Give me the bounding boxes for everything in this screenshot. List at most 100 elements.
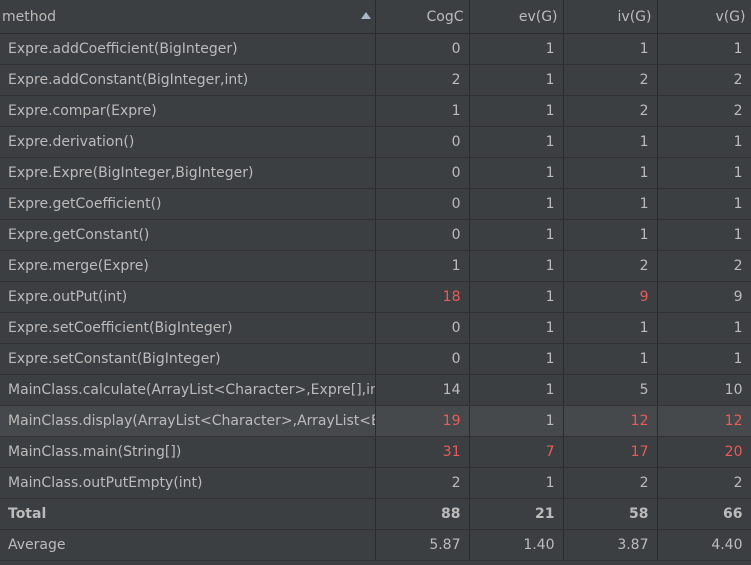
table-row[interactable]: Expre.compar(Expre) 1 1 2 2 [0, 95, 751, 127]
cogc-cell: 19 [375, 405, 470, 437]
average-v: 4.40 [657, 529, 751, 561]
ev-cell: 1 [469, 126, 564, 158]
cogc-cell: 2 [375, 64, 470, 96]
method-cell: Expre.setConstant(BigInteger) [0, 343, 376, 375]
cogc-cell: 0 [375, 219, 470, 251]
cogc-cell: 0 [375, 188, 470, 220]
table-row[interactable]: MainClass.main(String[]) 31 7 17 20 [0, 436, 751, 468]
v-cell: 12 [657, 405, 751, 437]
column-header-ev[interactable]: ev(G) [469, 0, 564, 34]
header-row: method CogC ev(G) iv(G) v(G) [0, 0, 751, 34]
v-cell: 2 [657, 467, 751, 499]
method-cell: MainClass.calculate(ArrayList<Character>… [0, 374, 376, 406]
ev-cell: 1 [469, 250, 564, 282]
ev-cell: 1 [469, 281, 564, 313]
ev-cell: 1 [469, 95, 564, 127]
iv-cell: 9 [563, 281, 658, 313]
cogc-cell: 0 [375, 126, 470, 158]
total-iv: 58 [563, 498, 658, 530]
method-cell: Expre.addCoefficient(BigInteger) [0, 33, 376, 65]
average-row: Average 5.87 1.40 3.87 4.40 [0, 529, 751, 561]
iv-cell: 1 [563, 219, 658, 251]
method-cell: Expre.outPut(int) [0, 281, 376, 313]
total-row: Total 88 21 58 66 [0, 498, 751, 530]
table-row[interactable]: Expre.getCoefficient() 0 1 1 1 [0, 188, 751, 220]
total-cogc: 88 [375, 498, 470, 530]
cogc-cell: 18 [375, 281, 470, 313]
column-header-iv[interactable]: iv(G) [563, 0, 658, 34]
table-row[interactable]: Expre.merge(Expre) 1 1 2 2 [0, 250, 751, 282]
iv-cell: 2 [563, 64, 658, 96]
method-cell: Expre.getConstant() [0, 219, 376, 251]
table-row[interactable]: Expre.addConstant(BigInteger,int) 2 1 2 … [0, 64, 751, 96]
v-cell: 1 [657, 33, 751, 65]
method-cell: Expre.setCoefficient(BigInteger) [0, 312, 376, 344]
v-cell: 2 [657, 250, 751, 282]
ev-cell: 7 [469, 436, 564, 468]
method-cell: MainClass.main(String[]) [0, 436, 376, 468]
ev-cell: 1 [469, 157, 564, 189]
table-row[interactable]: MainClass.outPutEmpty(int) 2 1 2 2 [0, 467, 751, 499]
column-header-cogc[interactable]: CogC [375, 0, 470, 34]
v-cell: 10 [657, 374, 751, 406]
v-cell: 1 [657, 312, 751, 344]
method-cell: Expre.derivation() [0, 126, 376, 158]
iv-cell: 5 [563, 374, 658, 406]
cogc-cell: 14 [375, 374, 470, 406]
cogc-cell: 2 [375, 467, 470, 499]
average-iv: 3.87 [563, 529, 658, 561]
cogc-cell: 0 [375, 157, 470, 189]
iv-cell: 17 [563, 436, 658, 468]
method-cell: MainClass.display(ArrayList<Character>,A… [0, 405, 376, 437]
column-header-method[interactable]: method [0, 0, 376, 34]
method-cell: MainClass.outPutEmpty(int) [0, 467, 376, 499]
table-row[interactable]: Expre.addCoefficient(BigInteger) 0 1 1 1 [0, 33, 751, 65]
sort-ascending-icon[interactable] [360, 12, 371, 19]
ev-cell: 1 [469, 188, 564, 220]
total-ev: 21 [469, 498, 564, 530]
v-cell: 9 [657, 281, 751, 313]
method-cell: Expre.addConstant(BigInteger,int) [0, 64, 376, 96]
cogc-cell: 31 [375, 436, 470, 468]
method-cell: Expre.merge(Expre) [0, 250, 376, 282]
iv-cell: 1 [563, 343, 658, 375]
table-row[interactable]: Expre.getConstant() 0 1 1 1 [0, 219, 751, 251]
table-row[interactable]: Expre.Expre(BigInteger,BigInteger) 0 1 1… [0, 157, 751, 189]
table-row[interactable]: Expre.setConstant(BigInteger) 0 1 1 1 [0, 343, 751, 375]
iv-cell: 12 [563, 405, 658, 437]
cogc-cell: 1 [375, 95, 470, 127]
ev-cell: 1 [469, 374, 564, 406]
v-cell: 2 [657, 64, 751, 96]
iv-cell: 2 [563, 467, 658, 499]
table-row[interactable]: Expre.outPut(int) 18 1 9 9 [0, 281, 751, 313]
v-cell: 1 [657, 126, 751, 158]
average-label: Average [0, 529, 376, 561]
cogc-cell: 0 [375, 343, 470, 375]
table-row[interactable]: MainClass.calculate(ArrayList<Character>… [0, 374, 751, 406]
table-row-selected[interactable]: MainClass.display(ArrayList<Character>,A… [0, 405, 751, 437]
ev-cell: 1 [469, 405, 564, 437]
iv-cell: 1 [563, 188, 658, 220]
metrics-table: method CogC ev(G) iv(G) v(G) Expre.addCo… [0, 0, 751, 561]
ev-cell: 1 [469, 33, 564, 65]
v-cell: 2 [657, 95, 751, 127]
total-label: Total [0, 498, 376, 530]
method-cell: Expre.compar(Expre) [0, 95, 376, 127]
v-cell: 1 [657, 219, 751, 251]
iv-cell: 1 [563, 157, 658, 189]
average-ev: 1.40 [469, 529, 564, 561]
method-cell: Expre.Expre(BigInteger,BigInteger) [0, 157, 376, 189]
ev-cell: 1 [469, 467, 564, 499]
column-header-v[interactable]: v(G) [657, 0, 751, 34]
ev-cell: 1 [469, 64, 564, 96]
v-cell: 20 [657, 436, 751, 468]
v-cell: 1 [657, 343, 751, 375]
iv-cell: 2 [563, 250, 658, 282]
total-v: 66 [657, 498, 751, 530]
table-row[interactable]: Expre.setCoefficient(BigInteger) 0 1 1 1 [0, 312, 751, 344]
cogc-cell: 0 [375, 312, 470, 344]
iv-cell: 1 [563, 33, 658, 65]
average-cogc: 5.87 [375, 529, 470, 561]
table-row[interactable]: Expre.derivation() 0 1 1 1 [0, 126, 751, 158]
cogc-cell: 0 [375, 33, 470, 65]
